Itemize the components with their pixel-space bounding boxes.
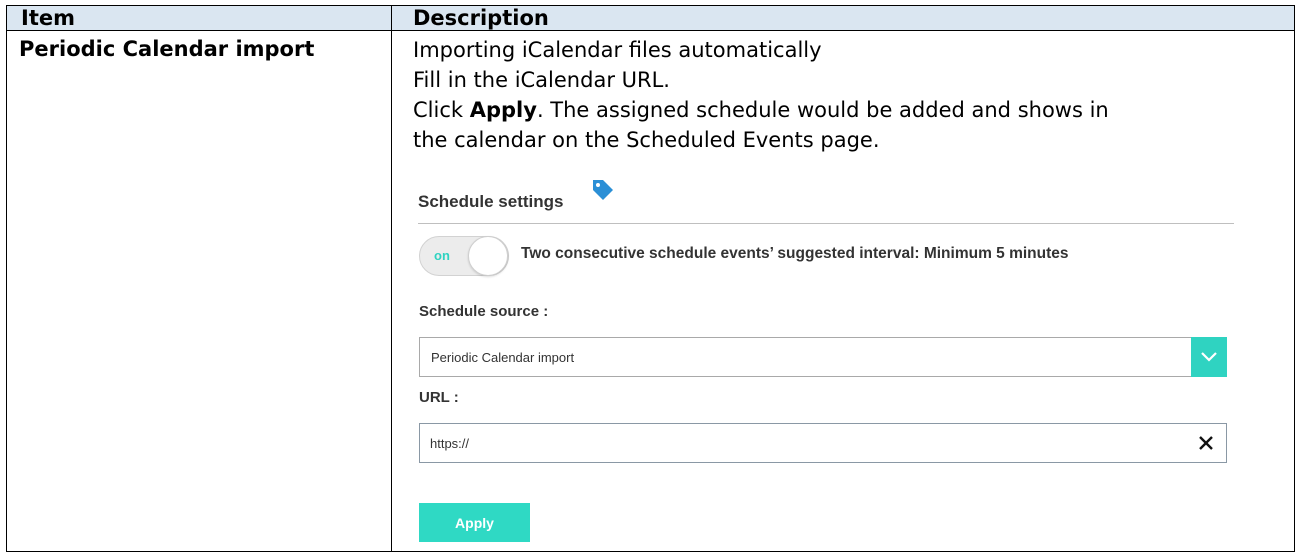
- section-title: Schedule settings: [418, 192, 564, 211]
- toggle-state-label: on: [434, 248, 450, 263]
- url-label: URL :: [419, 389, 459, 406]
- header-description: Description: [413, 6, 549, 30]
- schedule-source-label: Schedule source :: [419, 303, 549, 320]
- url-input[interactable]: [430, 433, 1170, 453]
- url-field[interactable]: [419, 423, 1227, 463]
- toggle-description: Two consecutive schedule events’ suggest…: [521, 245, 1069, 262]
- description-line-1: Importing iCalendar files automatically: [413, 38, 822, 62]
- description-line-3-pre: Click: [413, 98, 470, 122]
- row-item-name: Periodic Calendar import: [19, 37, 315, 61]
- interval-toggle[interactable]: on: [419, 236, 509, 276]
- schedule-settings-panel: Schedule settings on Two consecutive sch…: [418, 178, 1234, 542]
- schedule-source-value: Periodic Calendar import: [431, 350, 575, 365]
- description-line-4: the calendar on the Scheduled Events pag…: [413, 128, 880, 152]
- section-divider: [418, 223, 1234, 224]
- table-header-row: Item Description: [7, 6, 1294, 31]
- toggle-knob: [468, 236, 508, 276]
- chevron-down-icon[interactable]: [1191, 337, 1227, 377]
- description-line-3-bold: Apply: [469, 98, 537, 122]
- schedule-source-select[interactable]: Periodic Calendar import: [419, 337, 1227, 377]
- close-icon[interactable]: [1198, 435, 1214, 451]
- description-line-3-post: . The assigned schedule would be added a…: [536, 98, 1109, 122]
- description-line-2: Fill in the iCalendar URL.: [413, 68, 670, 92]
- header-item: Item: [21, 6, 75, 30]
- tag-icon: [593, 180, 613, 200]
- column-divider: [391, 6, 392, 551]
- description-line-3: Click Apply. The assigned schedule would…: [413, 95, 1109, 125]
- apply-button[interactable]: Apply: [419, 503, 530, 542]
